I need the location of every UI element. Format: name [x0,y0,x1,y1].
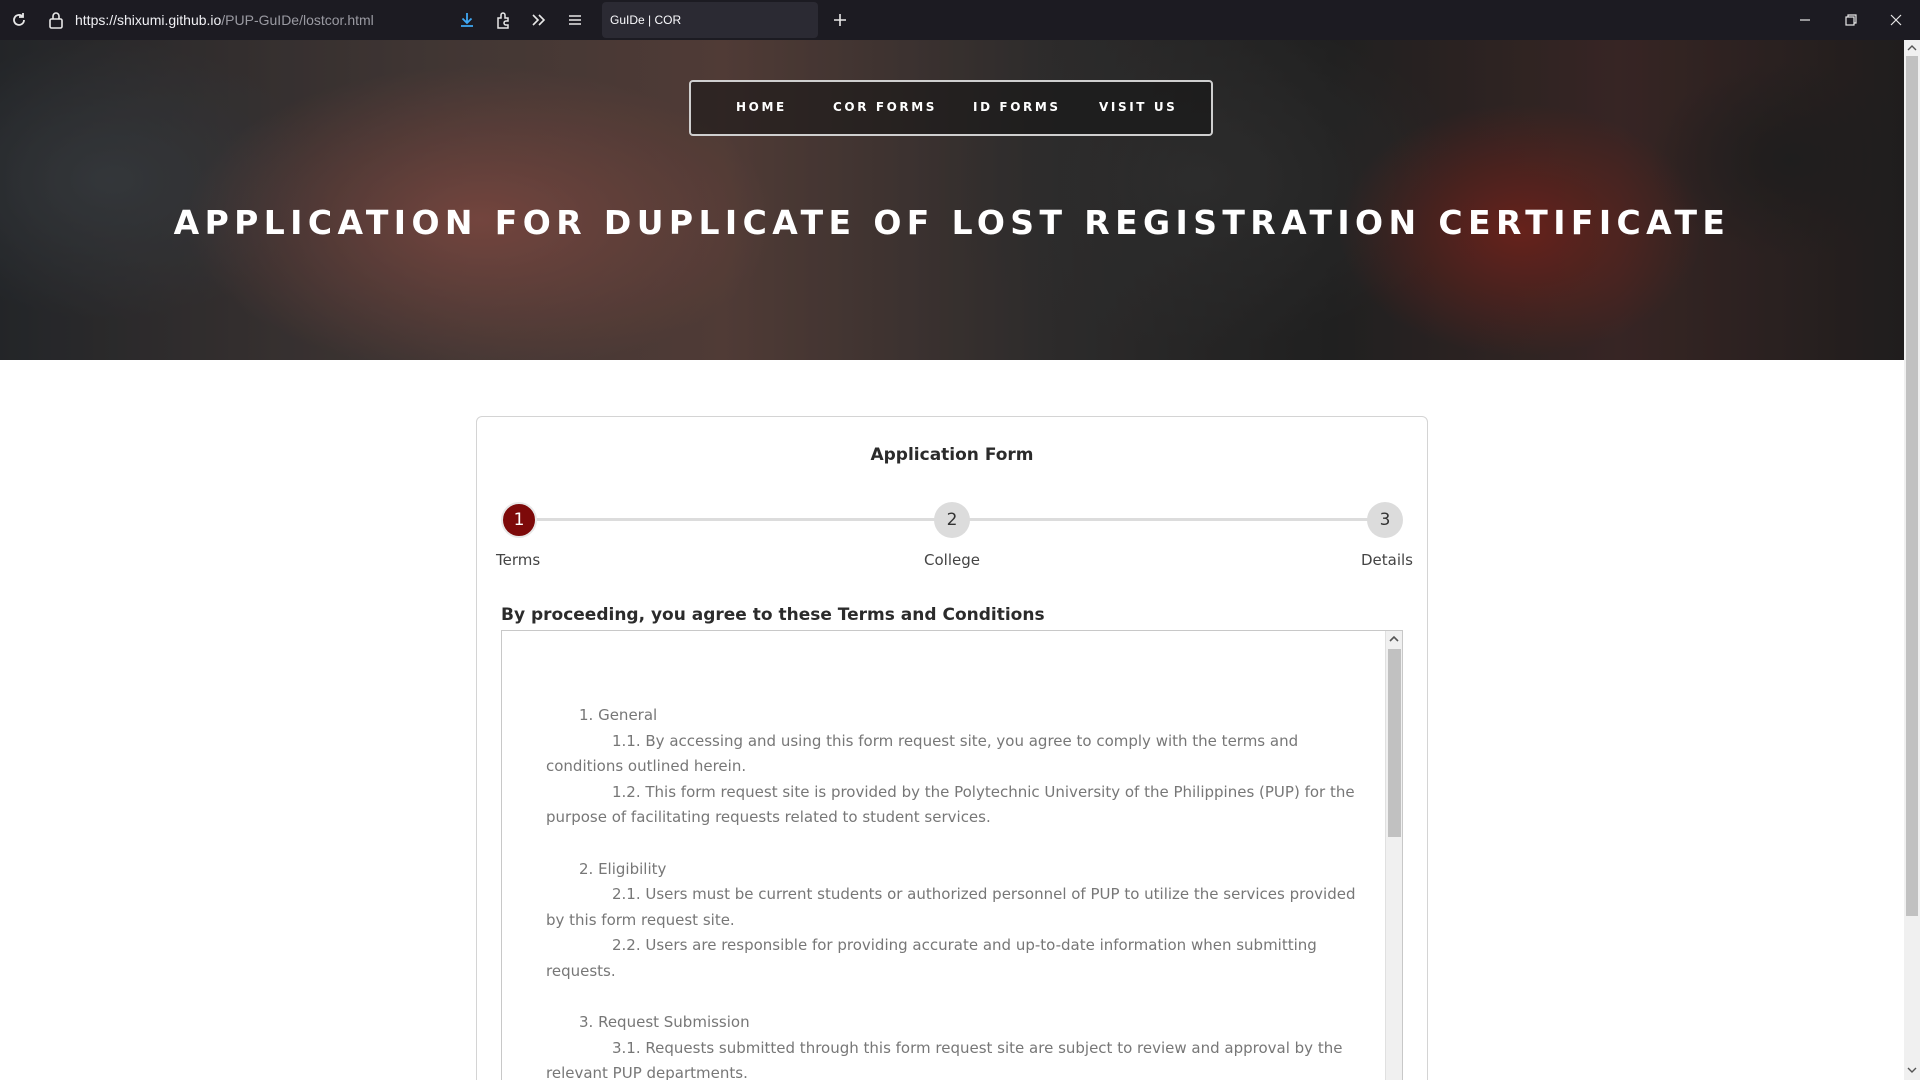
terms-content: 1. General 1.1. By accessing and using t… [546,703,1366,1080]
step-3-label: Details [1361,551,1414,569]
address-bar[interactable]: https://shixumi.github.io/PUP-GuIDe/lost… [75,12,374,28]
close-icon[interactable] [1886,10,1906,30]
nav-home[interactable]: HOME [736,100,787,114]
page-viewport: HOME COR FORMS ID FORMS VISIT US APPLICA… [0,40,1904,1080]
step-1-label: Terms [496,551,541,569]
terms-spacer [546,831,1366,857]
terms-clause: 2.1. Users must be current students or a… [546,885,1356,929]
download-icon[interactable] [457,10,477,30]
application-form-card: Application Form 1 2 3 Terms College Det… [476,416,1428,1080]
terms-clause: 1.2. This form request site is provided … [546,782,1355,827]
terms-scrollbar-thumb[interactable] [1388,649,1401,837]
nav-visit-us[interactable]: VISIT US [1099,100,1177,114]
nav-id-forms[interactable]: ID FORMS [973,100,1061,114]
url-path: /PUP-GuIDe/lostcor.html [221,12,374,28]
terms-clause: 2.2. Users are responsible for providing… [546,936,1317,980]
terms-scrollbar[interactable] [1385,631,1402,1080]
page-scroll-down-icon[interactable] [1907,1065,1917,1075]
lock-icon[interactable] [48,11,64,29]
extensions-icon[interactable] [494,10,514,30]
terms-clause: 1.1. By accessing and using this form re… [546,731,1299,776]
url-host: https://shixumi.github.io [75,12,222,28]
page-scroll-up-icon[interactable] [1907,43,1917,53]
overflow-icon[interactable] [529,10,549,30]
browser-tab[interactable]: GuIDe | COR [602,2,818,38]
terms-section-eligibility: 2. Eligibility [579,859,667,878]
page-scrollbar[interactable] [1904,40,1920,1080]
minimize-icon[interactable] [1795,10,1815,30]
step-3-indicator: 3 [1367,502,1403,538]
step-1-indicator: 1 [501,502,537,538]
scroll-up-arrow-icon[interactable] [1389,634,1399,644]
restore-icon[interactable] [1841,10,1861,30]
step-2-indicator: 2 [934,502,970,538]
terms-section-request-submission: 3. Request Submission [579,1013,750,1032]
menu-icon[interactable] [565,10,585,30]
step-2-label: College [924,551,980,569]
new-tab-icon[interactable] [830,10,850,30]
form-title: Application Form [870,445,1034,465]
terms-spacer [546,985,1366,1011]
terms-heading: By proceeding, you agree to these Terms … [501,605,1045,625]
tab-title: GuIDe | COR [610,13,682,27]
terms-scroll-box[interactable]: 1. General 1.1. By accessing and using t… [501,630,1403,1080]
hero-banner: HOME COR FORMS ID FORMS VISIT US APPLICA… [0,40,1904,360]
terms-section-general: 1. General [579,706,658,724]
main-nav: HOME COR FORMS ID FORMS VISIT US [689,80,1213,136]
reload-icon[interactable] [10,11,28,29]
page-title: APPLICATION FOR DUPLICATE OF LOST REGIST… [173,203,1731,242]
terms-clause: 3.1. Requests submitted through this for… [546,1038,1343,1080]
nav-cor-forms[interactable]: COR FORMS [833,100,937,114]
page-scrollbar-thumb[interactable] [1906,56,1918,916]
browser-toolbar: https://shixumi.github.io/PUP-GuIDe/lost… [0,0,1920,40]
